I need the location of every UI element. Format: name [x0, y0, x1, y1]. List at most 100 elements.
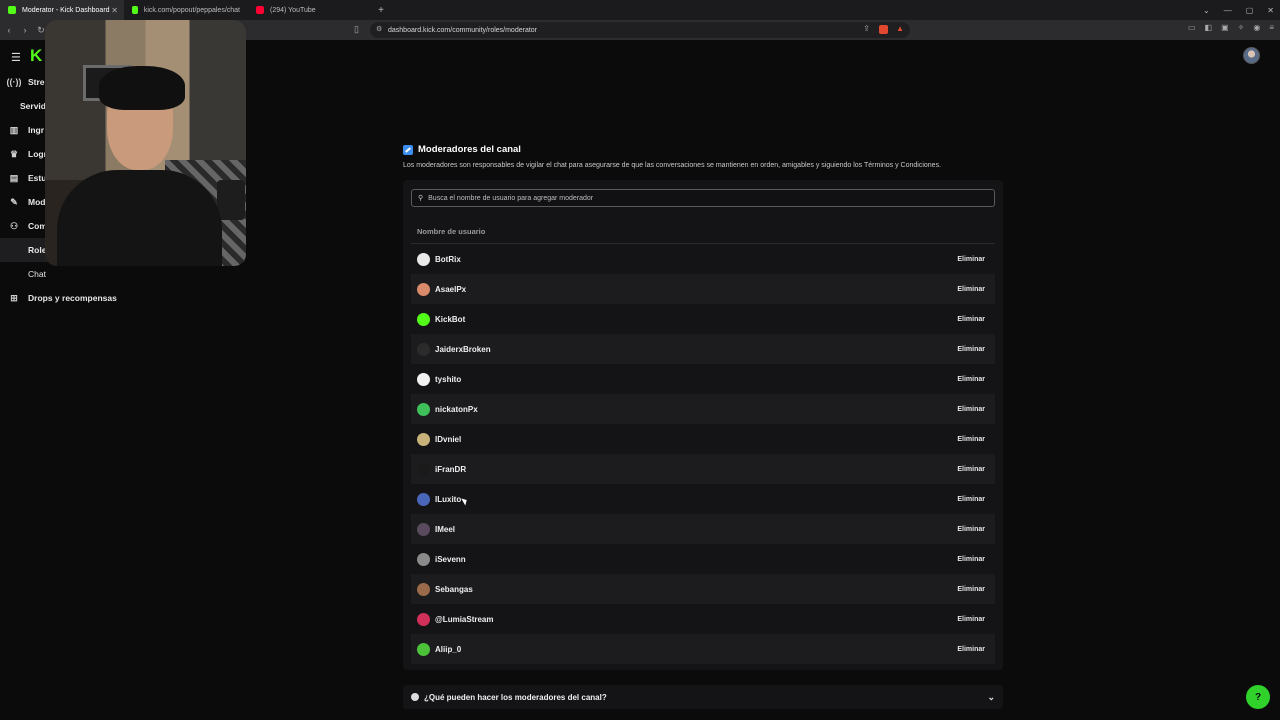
user-avatar[interactable] — [1243, 47, 1260, 64]
remove-moderator-button[interactable]: Eliminar — [957, 616, 985, 623]
moderator-username[interactable]: lDvniel — [435, 435, 461, 444]
moderator-avatar — [417, 462, 430, 476]
moderator-username[interactable]: tyshito — [435, 375, 461, 384]
search-icon: ⚲ — [418, 195, 424, 202]
moderator-row: nickatonPx Eliminar — [411, 394, 995, 424]
tab-kick-chat[interactable]: kick.com/popout/peppales/chat — [124, 0, 248, 20]
moderator-avatar — [417, 402, 430, 416]
help-icon: ? — [1254, 691, 1262, 703]
remove-moderator-button[interactable]: Eliminar — [957, 316, 985, 323]
tab-close-icon[interactable]: ✕ — [111, 6, 118, 15]
remove-moderator-button[interactable]: Eliminar — [957, 466, 985, 473]
moderator-username[interactable]: nickatonPx — [435, 405, 478, 414]
moderator-username[interactable]: KickBot — [435, 315, 465, 324]
moderators-list: BotRix Eliminar AsaelPx Eliminar KickBot Elim… — [411, 244, 995, 664]
kick-favicon-icon — [132, 6, 138, 14]
moderator-avatar — [417, 582, 430, 596]
moderator-row: Aliip_0 Eliminar — [411, 634, 995, 664]
moderator-avatar — [417, 372, 430, 386]
moderator-username[interactable]: JaiderxBroken — [435, 345, 491, 354]
close-window-icon[interactable]: ✕ — [1267, 6, 1274, 15]
moderator-row: lLuxito Eliminar — [411, 484, 995, 514]
moderator-row: KickBot Eliminar — [411, 304, 995, 334]
chevron-down-icon[interactable]: ⌄ — [987, 692, 995, 703]
wallet-icon[interactable]: ▣ — [1221, 23, 1229, 32]
forward-icon[interactable]: › — [18, 25, 32, 35]
help-chat-button[interactable]: ? — [1246, 685, 1270, 709]
new-tab-button[interactable]: + — [372, 5, 390, 16]
moderators-section: Moderadores del canal Los moderadores so… — [403, 144, 1003, 670]
moderator-username[interactable]: Aliip_0 — [435, 645, 461, 654]
back-icon[interactable]: ‹ — [2, 25, 16, 35]
faq-accordion[interactable]: ¿Qué pueden hacer los moderadores del ca… — [403, 685, 1003, 709]
gift-icon: ⊞ — [10, 292, 18, 303]
site-info-icon[interactable]: ⚙ — [376, 25, 382, 33]
moderator-row: lDvniel Eliminar — [411, 424, 995, 454]
remove-moderator-button[interactable]: Eliminar — [957, 256, 985, 263]
moderator-username[interactable]: iFranDR — [435, 465, 466, 474]
wrench-icon: ✎ — [10, 196, 18, 207]
remove-moderator-button[interactable]: Eliminar — [957, 496, 985, 503]
remove-moderator-button[interactable]: Eliminar — [957, 436, 985, 443]
kick-favicon-icon — [8, 6, 16, 14]
tab-kick-dashboard[interactable]: Moderator - Kick Dashboard ✕ — [0, 0, 124, 20]
address-bar[interactable]: ⚙ dashboard.kick.com/community/roles/mod… — [370, 22, 910, 38]
remove-moderator-button[interactable]: Eliminar — [957, 556, 985, 563]
moderators-panel: ⚲ Busca el nombre de usuario para agrega… — [403, 180, 1003, 670]
moderator-search-input[interactable]: ⚲ Busca el nombre de usuario para agrega… — [411, 189, 995, 207]
menu-icon[interactable]: ≡ — [1269, 23, 1274, 32]
moderator-row: iFranDR Eliminar — [411, 454, 995, 484]
moderator-avatar — [417, 312, 430, 326]
window-controls: ⌄ — ▢ ✕ — [1203, 6, 1280, 15]
minimize-icon[interactable]: — — [1224, 6, 1232, 15]
remove-moderator-button[interactable]: Eliminar — [957, 586, 985, 593]
moderator-row: JaiderxBroken Eliminar — [411, 334, 995, 364]
moderator-avatar — [417, 552, 430, 566]
youtube-favicon-icon — [256, 6, 264, 14]
remove-moderator-button[interactable]: Eliminar — [957, 406, 985, 413]
sidebar-item-label: Drops y recompensas — [28, 293, 117, 303]
moderator-username[interactable]: @LumiaStream — [435, 615, 493, 624]
moderator-row: IMeel Eliminar — [411, 514, 995, 544]
sidebar-icon[interactable]: ◧ — [1205, 23, 1213, 32]
kick-logo[interactable]: K — [30, 46, 42, 66]
remove-moderator-button[interactable]: Eliminar — [957, 526, 985, 533]
moderator-row: Sebangas Eliminar — [411, 574, 995, 604]
moderator-username[interactable]: IMeel — [435, 525, 455, 534]
moderator-username[interactable]: lLuxito — [435, 495, 461, 504]
tab-label: Moderator - Kick Dashboard — [22, 6, 110, 14]
url-text: dashboard.kick.com/community/roles/moder… — [388, 26, 538, 34]
moderator-username[interactable]: BotRix — [435, 255, 461, 264]
brave-rewards-icon[interactable]: ▲ — [896, 24, 904, 33]
remove-moderator-button[interactable]: Eliminar — [957, 646, 985, 653]
sidebar-item-drops[interactable]: ⊞ Drops y recompensas — [0, 286, 245, 310]
share-icon[interactable]: ⇪ — [863, 24, 870, 33]
leo-icon[interactable]: ✧ — [1238, 23, 1245, 32]
sidebar-item-label: Stre — [28, 77, 45, 87]
moderator-avatar — [417, 522, 430, 536]
reader-icon[interactable]: ▭ — [1188, 23, 1196, 32]
remove-moderator-button[interactable]: Eliminar — [957, 376, 985, 383]
brave-shield-icon[interactable] — [879, 25, 888, 34]
tab-search-icon[interactable]: ⌄ — [1203, 6, 1210, 15]
sidebar-item-label: Estu — [28, 173, 47, 183]
trophy-icon: ♛ — [9, 148, 19, 159]
moderator-username[interactable]: iSevenn — [435, 555, 466, 564]
remove-moderator-button[interactable]: Eliminar — [957, 346, 985, 353]
info-icon — [411, 693, 419, 701]
remove-moderator-button[interactable]: Eliminar — [957, 286, 985, 293]
maximize-icon[interactable]: ▢ — [1246, 6, 1254, 15]
moderator-username[interactable]: Sebangas — [435, 585, 473, 594]
hamburger-menu-icon[interactable]: ☰ — [11, 51, 21, 64]
page-title: Moderadores del canal — [418, 144, 521, 155]
vpn-icon[interactable]: ◉ — [1253, 23, 1260, 32]
tab-youtube[interactable]: (294) YouTube — [248, 0, 372, 20]
tab-label: kick.com/popout/peppales/chat — [143, 6, 240, 14]
moderator-avatar — [417, 612, 430, 626]
bookmark-icon[interactable]: ▯ — [354, 24, 359, 35]
moderator-avatar — [417, 642, 430, 656]
webcam-microphone — [217, 180, 245, 220]
sidebar-item-label: Servid — [20, 101, 46, 111]
moderator-username[interactable]: AsaelPx — [435, 285, 466, 294]
moderator-avatar — [417, 432, 430, 446]
